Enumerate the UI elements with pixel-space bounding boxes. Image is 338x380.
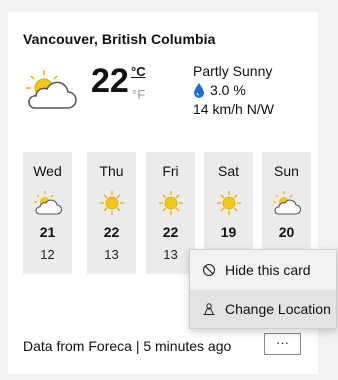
condition-text: Partly Sunny xyxy=(193,63,273,79)
partly-sunny-icon xyxy=(273,191,302,215)
precipitation-row: 3.0 % xyxy=(193,81,246,99)
day-name: Thu xyxy=(99,163,124,179)
partly-sunny-icon xyxy=(26,70,77,109)
day-high: 22 xyxy=(162,224,179,240)
change-location-menu-item[interactable]: Change Location xyxy=(190,290,336,328)
day-high: 19 xyxy=(220,224,237,240)
location-person-icon xyxy=(203,303,215,315)
forecast-day[interactable]: Wed 21 12 xyxy=(23,152,72,274)
day-low: 12 xyxy=(40,247,55,262)
day-high: 22 xyxy=(103,224,120,240)
sunny-icon xyxy=(100,191,124,215)
day-name: Fri xyxy=(162,163,179,179)
forecast-day[interactable]: Fri 22 13 xyxy=(146,152,195,274)
wind-text: 14 km/h N/W xyxy=(193,101,274,117)
water-drop-icon xyxy=(194,83,204,98)
day-high: 20 xyxy=(278,224,295,240)
sunny-icon xyxy=(217,191,241,215)
change-location-label: Change Location xyxy=(225,301,331,317)
hide-card-menu-item[interactable]: Hide this card xyxy=(190,251,336,289)
day-low: 13 xyxy=(163,247,178,262)
hide-card-label: Hide this card xyxy=(225,262,311,278)
forecast-day[interactable]: Thu 22 13 xyxy=(87,152,136,274)
data-source-text: Data from Foreca | 5 minutes ago xyxy=(23,338,232,354)
day-low: 13 xyxy=(104,247,119,262)
current-temperature: 22 xyxy=(91,62,129,100)
more-options-button[interactable]: ··· xyxy=(264,333,301,355)
precipitation-value: 3.0 % xyxy=(210,82,246,98)
celsius-toggle[interactable]: °C xyxy=(131,64,146,79)
card-context-menu: Hide this card Change Location xyxy=(189,249,337,329)
partly-sunny-icon xyxy=(34,191,63,215)
fahrenheit-toggle[interactable]: °F xyxy=(132,87,145,102)
location-title: Vancouver, British Columbia xyxy=(23,31,216,47)
day-high: 21 xyxy=(39,224,56,240)
day-name: Wed xyxy=(33,163,62,179)
day-name: Sun xyxy=(274,163,299,179)
sunny-icon xyxy=(159,191,183,215)
hide-icon xyxy=(202,263,216,277)
day-name: Sat xyxy=(217,163,239,179)
